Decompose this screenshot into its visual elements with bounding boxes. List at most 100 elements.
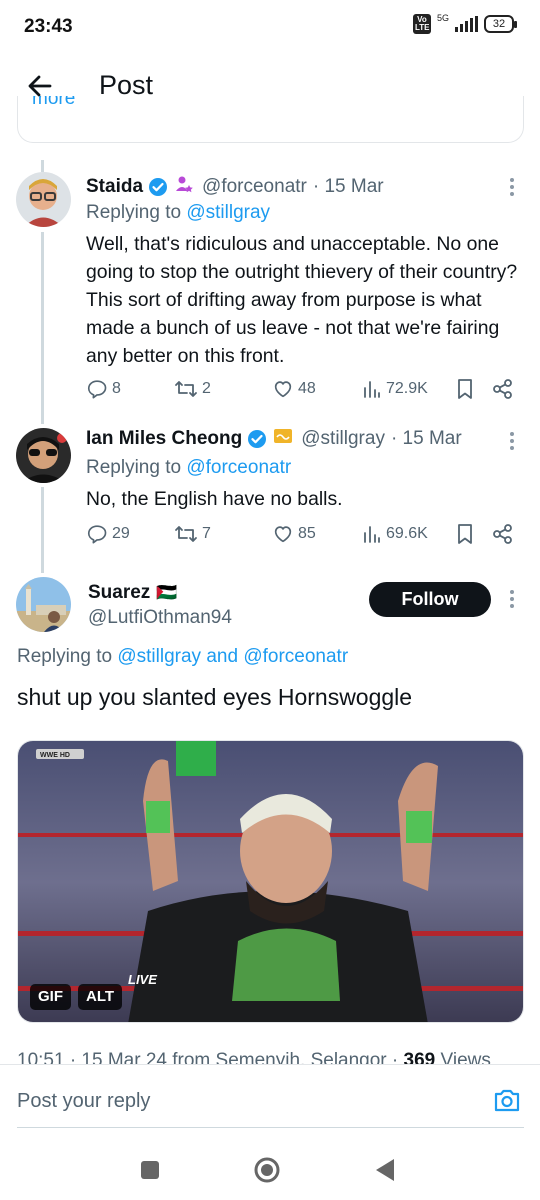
replying-to-link[interactable]: @stillgray xyxy=(117,646,201,667)
replying-to: Replying to @stillgray xyxy=(86,202,270,224)
share-icon xyxy=(493,524,512,544)
post-meta: 10:51 · 15 Mar 24 from Semenyih, Selango… xyxy=(17,1050,524,1064)
reply-input[interactable]: Post your reply xyxy=(17,1090,150,1113)
verified-badge-icon xyxy=(148,177,168,197)
alt-badge[interactable]: ALT xyxy=(78,984,123,1010)
repost-button[interactable]: 7 xyxy=(174,523,211,545)
bookmark-icon xyxy=(458,379,472,399)
replying-and: and xyxy=(206,646,239,667)
replying-to-link[interactable]: @stillgray xyxy=(186,202,270,223)
heart-icon xyxy=(274,526,292,543)
reply-icon xyxy=(87,380,107,399)
post-timestamp: 10:51 · 15 Mar 24 from Semenyih, Selango… xyxy=(17,1050,399,1064)
repost-icon xyxy=(175,526,197,542)
post-time: · 15 Mar xyxy=(312,176,384,197)
system-nav-bar xyxy=(0,1140,540,1200)
main-post-header: Suarez 🇵🇸 xyxy=(88,582,177,604)
like-count: 48 xyxy=(298,380,316,397)
reply-count: 8 xyxy=(112,380,121,397)
gif-badge[interactable]: GIF xyxy=(30,984,71,1010)
like-button[interactable]: 85 xyxy=(272,523,316,545)
reply-tweet[interactable]: Staida @forceonatr · 15 Mar Replying to … xyxy=(0,172,540,412)
more-options-icon[interactable] xyxy=(509,590,515,610)
tweet-header: Staida @forceonatr · 15 Mar xyxy=(86,174,384,200)
more-options-icon[interactable] xyxy=(509,178,515,198)
views-label: Views xyxy=(440,1050,491,1064)
follow-button[interactable]: Follow xyxy=(369,582,491,617)
reply-button[interactable]: 29 xyxy=(86,523,130,545)
action-bar: 8 2 48 72.9K xyxy=(86,378,526,406)
tweet-text: Well, that's ridiculous and unacceptable… xyxy=(86,233,518,367)
reply-composer[interactable]: Post your reply xyxy=(0,1064,540,1128)
affiliate-badge-icon xyxy=(273,428,293,450)
repost-count: 7 xyxy=(202,525,211,542)
share-button[interactable] xyxy=(492,523,514,545)
views-button[interactable]: 69.6K xyxy=(362,523,428,545)
repost-button[interactable]: 2 xyxy=(174,378,211,400)
user-handle[interactable]: @LutfiOthman94 xyxy=(88,607,232,629)
bookmark-button[interactable] xyxy=(456,378,474,400)
view-count: 69.6K xyxy=(386,525,428,542)
views-icon xyxy=(364,381,380,398)
repost-icon xyxy=(175,381,197,397)
display-name[interactable]: Ian Miles Cheong xyxy=(86,428,242,450)
reply-tweet[interactable]: Ian Miles Cheong @stillgray · 15 Mar Rep… xyxy=(0,427,540,557)
like-button[interactable]: 48 xyxy=(272,378,316,400)
tweet-text: No, the English have no balls. xyxy=(86,488,343,510)
replying-to-link[interactable]: @forceonatr xyxy=(186,457,291,478)
replying-prefix: Replying to xyxy=(86,457,182,478)
reply-divider xyxy=(17,1127,524,1128)
replying-prefix: Replying to xyxy=(86,202,182,223)
collapsed-quote-card[interactable]: more xyxy=(17,96,524,143)
more-options-icon[interactable] xyxy=(509,432,515,452)
views-button[interactable]: 72.9K xyxy=(362,378,428,400)
views-icon xyxy=(364,526,380,543)
display-name[interactable]: Staida xyxy=(86,176,143,198)
home-icon[interactable] xyxy=(252,1154,282,1184)
flag-emoji: 🇵🇸 xyxy=(156,583,178,602)
gif-media[interactable]: LIVE WWE HD GIF ALT xyxy=(17,740,524,1023)
replying-to: Replying to @stillgray and @forceonatr xyxy=(17,646,348,668)
display-name[interactable]: Suarez xyxy=(88,582,150,604)
repost-count: 2 xyxy=(202,380,211,397)
camera-icon[interactable] xyxy=(493,1087,521,1113)
replying-prefix: Replying to xyxy=(17,646,113,667)
bookmark-icon xyxy=(458,524,472,544)
post-time: · 15 Mar xyxy=(390,428,462,449)
show-more-link[interactable]: more xyxy=(32,96,75,110)
avatar[interactable] xyxy=(16,577,71,632)
affiliate-badge-icon xyxy=(174,174,194,200)
signal-icon xyxy=(455,16,478,32)
recents-icon[interactable] xyxy=(136,1154,166,1184)
volte-icon: Vo LTE xyxy=(412,14,431,34)
main-post-text: shut up you slanted eyes Hornswoggle xyxy=(17,684,413,710)
action-bar: 29 7 85 69.6K xyxy=(86,523,526,551)
replying-to: Replying to @forceonatr xyxy=(86,457,291,479)
like-count: 85 xyxy=(298,525,316,542)
heart-icon xyxy=(274,381,292,398)
status-bar: 23:43 Vo LTE 5G 32 xyxy=(0,0,540,54)
share-button[interactable] xyxy=(492,378,514,400)
network-type: 5G xyxy=(436,13,449,23)
corner-logo: WWE HD xyxy=(40,752,70,759)
bookmark-button[interactable] xyxy=(456,523,474,545)
user-handle[interactable]: @stillgray xyxy=(301,428,385,450)
battery-icon: 32 xyxy=(484,15,517,33)
view-count: 369 xyxy=(403,1050,436,1064)
share-icon xyxy=(493,379,512,399)
view-count: 72.9K xyxy=(386,380,428,397)
status-icons: Vo LTE 5G 32 xyxy=(412,13,517,34)
main-post-handle-row: @LutfiOthman94 xyxy=(88,607,232,629)
verified-badge-icon xyxy=(247,429,267,449)
user-handle[interactable]: @forceonatr xyxy=(202,176,307,198)
thread-line xyxy=(41,160,44,172)
replying-to-link[interactable]: @forceonatr xyxy=(243,646,348,667)
avatar[interactable] xyxy=(16,172,71,227)
back-nav-icon[interactable] xyxy=(370,1154,400,1184)
status-time: 23:43 xyxy=(24,16,73,37)
avatar[interactable] xyxy=(16,428,71,483)
live-watermark: LIVE xyxy=(128,972,157,987)
gif-image: LIVE WWE HD xyxy=(18,741,523,1022)
reply-icon xyxy=(87,525,107,544)
reply-button[interactable]: 8 xyxy=(86,378,121,400)
